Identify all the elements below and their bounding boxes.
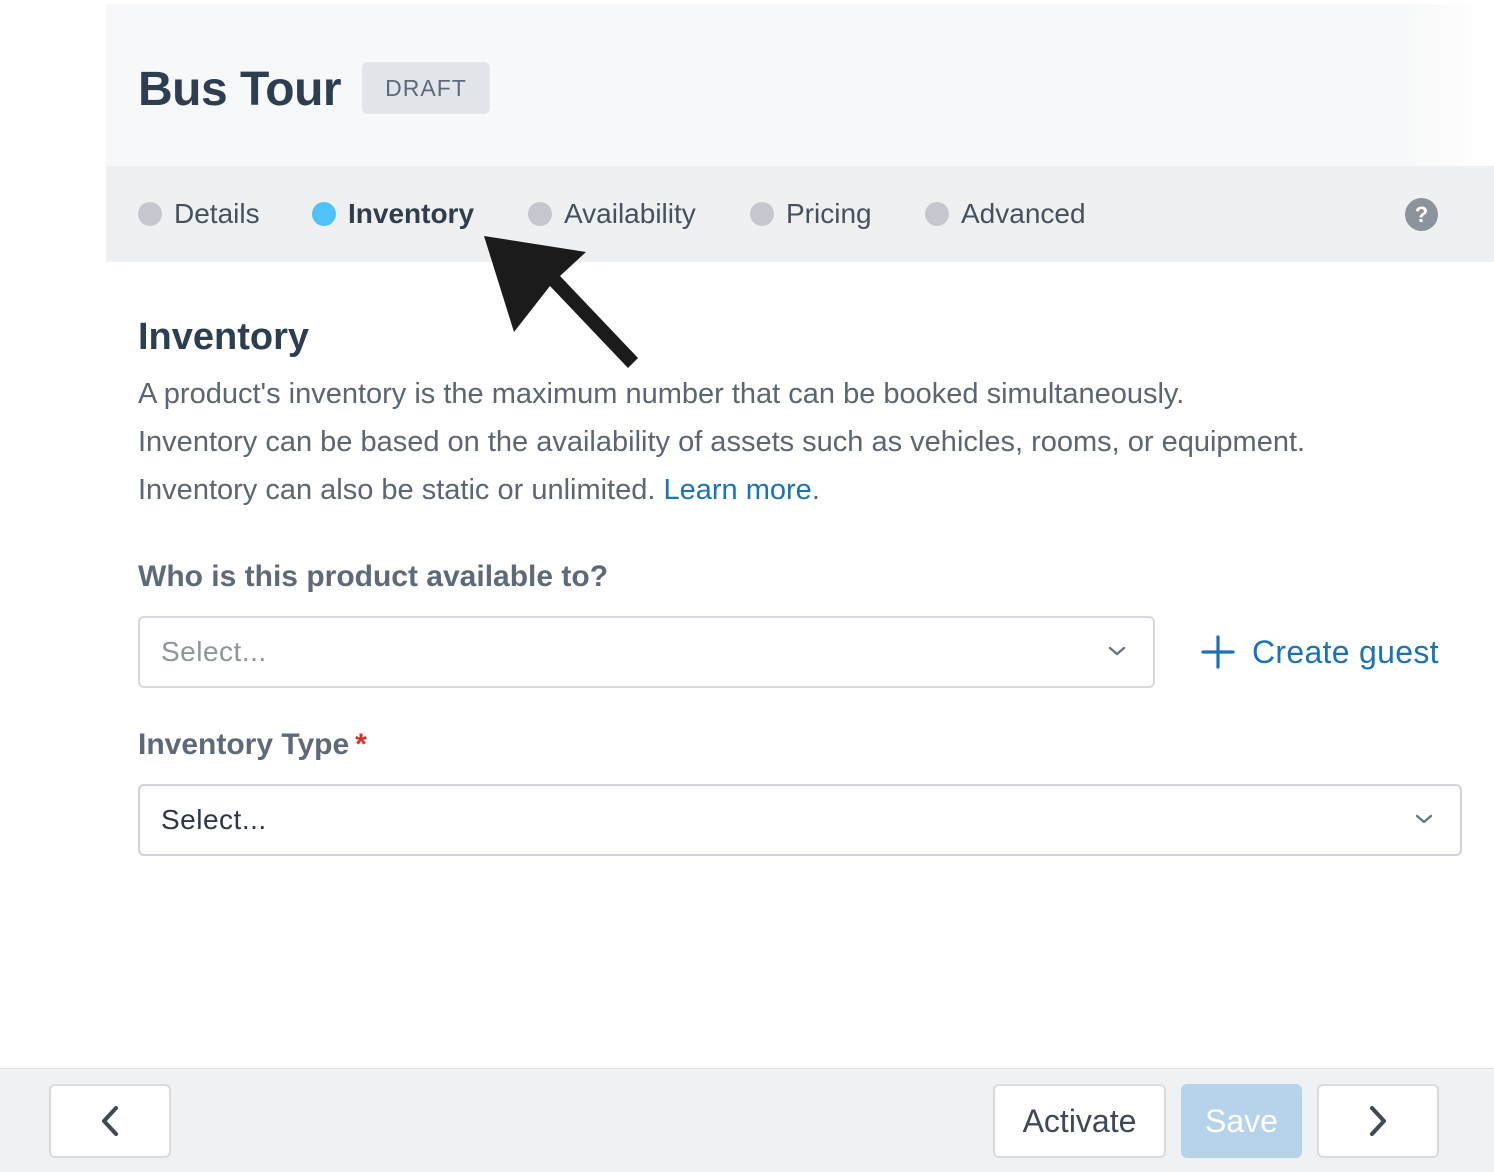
tab-availability[interactable]: Availability — [528, 190, 696, 238]
availability-select[interactable]: Select... — [138, 616, 1155, 688]
inventory-type-label: Inventory Type * — [138, 725, 367, 765]
availability-select-placeholder: Select... — [161, 636, 267, 667]
tab-details[interactable]: Details — [138, 190, 260, 238]
plus-icon — [1201, 635, 1235, 669]
description-line: Inventory can also be static or unlimite… — [138, 466, 1478, 514]
tab-status-dot — [750, 202, 774, 226]
tab-inventory[interactable]: Inventory — [312, 190, 474, 238]
tab-status-dot — [925, 202, 949, 226]
chevron-down-icon — [1415, 814, 1433, 824]
tab-label: Advanced — [961, 198, 1086, 229]
tab-label: Pricing — [786, 198, 872, 229]
description-line: A product's inventory is the maximum num… — [138, 378, 1185, 410]
tab-status-dot — [312, 202, 336, 226]
save-button[interactable]: Save — [1181, 1084, 1302, 1158]
tab-advanced[interactable]: Advanced — [925, 190, 1086, 238]
description-line: Inventory can be based on the availabili… — [138, 426, 1306, 458]
status-badge: DRAFT — [362, 62, 490, 114]
pointer-arrow-icon — [484, 236, 638, 368]
previous-button[interactable] — [49, 1084, 171, 1158]
section-title: Inventory — [138, 316, 310, 358]
page-title: Bus Tour — [138, 63, 342, 116]
description-period: . — [811, 474, 820, 506]
required-marker: * — [355, 728, 367, 761]
chevron-down-icon — [1108, 646, 1126, 656]
tab-pricing[interactable]: Pricing — [750, 190, 872, 238]
inventory-type-label-text: Inventory Type — [138, 728, 350, 761]
tab-label: Availability — [564, 198, 696, 229]
activate-button[interactable]: Activate — [993, 1084, 1166, 1158]
tab-label: Inventory — [348, 198, 475, 229]
inventory-type-select-value: Select... — [161, 804, 267, 835]
activate-button-label: Activate — [1022, 1102, 1137, 1139]
description-text: Inventory can also be static or unlimite… — [138, 474, 656, 506]
help-icon[interactable]: ? — [1405, 198, 1438, 231]
chevron-right-icon — [1370, 1106, 1386, 1136]
inventory-type-select[interactable]: Select... — [138, 784, 1462, 856]
availability-label: Who is this product available to? — [138, 560, 609, 593]
learn-more-link[interactable]: Learn more — [664, 474, 812, 506]
chevron-left-icon — [102, 1106, 118, 1136]
tab-status-dot — [138, 202, 162, 226]
save-button-label: Save — [1205, 1102, 1278, 1139]
next-button[interactable] — [1317, 1084, 1439, 1158]
create-guest-button[interactable]: Create guest — [1200, 628, 1439, 676]
create-guest-label: Create guest — [1252, 633, 1439, 670]
tab-status-dot — [528, 202, 552, 226]
section-description: A product's inventory is the maximum num… — [138, 370, 1478, 514]
tab-label: Details — [174, 198, 260, 229]
